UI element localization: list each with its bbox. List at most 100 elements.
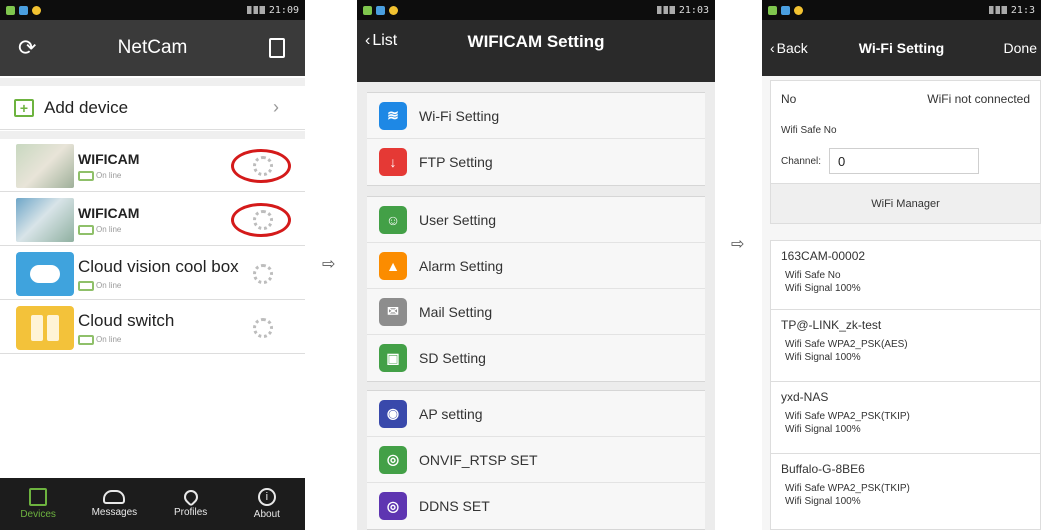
settings-label: Alarm Setting	[419, 257, 504, 274]
notification-icon	[781, 5, 790, 15]
device-row[interactable]: Cloud vision cool box On line	[0, 248, 305, 300]
chevron-right-icon: ›	[273, 97, 279, 117]
settings-row-user[interactable]: ☺ User Setting	[367, 197, 705, 243]
network-name: 163CAM-00002	[781, 249, 866, 263]
onvif-icon: ◎	[379, 445, 407, 474]
info-icon: i	[257, 488, 276, 506]
status-time: 21:03	[678, 4, 709, 16]
network-item[interactable]: TP@-LINK_zk-test Wifi Safe WPA2_PSK(AES)…	[771, 310, 1040, 382]
device-type-icon	[78, 334, 94, 345]
settings-row-ddns[interactable]: ◎ DDNS SET	[367, 483, 705, 529]
sd-card-icon: ▣	[379, 344, 407, 372]
wifi-icon: ≋	[379, 101, 407, 130]
network-security: Wifi Safe WPA2_PSK(AES)	[785, 339, 908, 350]
ddns-icon: ◎	[379, 492, 407, 520]
network-name: yxd-NAS	[781, 390, 829, 404]
settings-group: ≋ Wi-Fi Setting ↓ FTP Setting	[367, 92, 705, 186]
gear-icon[interactable]	[253, 318, 273, 338]
tab-devices[interactable]: Devices	[0, 478, 76, 530]
network-item[interactable]: Buffalo-G-8BE6 Wifi Safe WPA2_PSK(TKIP) …	[771, 454, 1040, 526]
network-item[interactable]: yxd-NAS Wifi Safe WPA2_PSK(TKIP) Wifi Si…	[771, 382, 1040, 454]
arrow-right-icon: ⇨	[731, 236, 745, 253]
settings-row-wifi[interactable]: ≋ Wi-Fi Setting	[367, 93, 705, 139]
connection-label: No	[781, 92, 797, 106]
settings-label: User Setting	[419, 211, 497, 228]
page-title: NetCam	[117, 37, 188, 58]
notification-icon	[794, 5, 803, 15]
settings-label: Mail Setting	[419, 303, 493, 320]
network-item[interactable]: 163CAM-00002 Wifi Safe No Wifi Signal 10…	[771, 241, 1040, 310]
network-security: Wifi Safe WPA2_PSK(TKIP)	[785, 411, 910, 422]
wifi-status-panel: No WiFi not connected Wifi Safe No Chann…	[770, 80, 1041, 224]
settings-row-ap[interactable]: ◉ AP setting	[367, 391, 705, 437]
done-button[interactable]: Done	[1004, 40, 1037, 56]
tab-about[interactable]: i About	[229, 478, 305, 530]
network-signal: Wifi Signal 100%	[785, 496, 861, 507]
channel-label: Channel:	[781, 155, 822, 167]
divider	[0, 78, 305, 86]
tab-bar: Devices Messages Profiles i About	[0, 478, 305, 530]
settings-label: SD Setting	[419, 350, 486, 366]
document-button[interactable]	[269, 38, 285, 58]
status-label: On line	[96, 225, 122, 234]
settings-group: ◉ AP setting ◎ ONVIF_RTSP SET ◎ DDNS SET	[367, 390, 705, 530]
settings-row-mail[interactable]: ✉ Mail Setting	[367, 289, 705, 335]
tab-label: Profiles	[173, 507, 208, 518]
status-bar: 21:09	[0, 0, 305, 20]
channel-input[interactable]: 0	[829, 148, 980, 174]
devices-screen: 21:09 ⟳ NetCam + Add device › WIFICAM On…	[0, 0, 305, 530]
notification-icon	[376, 5, 385, 15]
status-label: On line	[96, 171, 122, 180]
settings-row-ftp[interactable]: ↓ FTP Setting	[367, 139, 705, 185]
heart-icon	[180, 487, 201, 507]
add-device-label: Add device	[44, 97, 129, 117]
tab-label: About	[253, 509, 280, 520]
tab-label: Devices	[20, 509, 56, 520]
arrow-right-icon: ⇨	[322, 256, 336, 273]
network-list: 163CAM-00002 Wifi Safe No Wifi Signal 10…	[770, 240, 1041, 530]
tab-label: Messages	[91, 507, 138, 518]
document-icon	[269, 38, 285, 58]
signal-icon	[988, 6, 1007, 14]
notification-icon	[363, 5, 372, 15]
connection-value: WiFi not connected	[927, 92, 1030, 106]
gear-icon[interactable]	[253, 264, 273, 284]
switch-icon	[31, 314, 43, 341]
settings-screen: 21:03 ‹ List WIFICAM Setting ≋ Wi-Fi Set…	[357, 0, 715, 530]
tab-profiles[interactable]: Profiles	[153, 478, 229, 530]
mail-icon: ✉	[379, 297, 407, 326]
device-row[interactable]: WIFICAM On line	[0, 194, 305, 246]
device-row[interactable]: Cloud switch On line	[0, 302, 305, 354]
ftp-download-icon: ↓	[379, 148, 407, 176]
settings-row-onvif[interactable]: ◎ ONVIF_RTSP SET	[367, 437, 705, 483]
camera-icon	[78, 224, 94, 235]
alarm-icon: ▲	[379, 251, 407, 280]
network-security: Wifi Safe WPA2_PSK(TKIP)	[785, 483, 910, 494]
channel-row: Channel: 0	[771, 143, 1040, 179]
page-title: Wi-Fi Setting	[858, 40, 945, 56]
settings-label: ONVIF_RTSP SET	[419, 451, 538, 468]
network-signal: Wifi Signal 100%	[785, 352, 861, 363]
camera-icon	[78, 170, 94, 181]
add-device-row[interactable]: + Add device ›	[0, 86, 305, 130]
wifi-safe-row: Wifi Safe No	[771, 117, 1040, 143]
device-status: On line	[78, 224, 139, 235]
network-name: Buffalo-G-8BE6	[781, 462, 865, 476]
device-name: Cloud switch	[78, 310, 175, 330]
status-time: 21:09	[268, 4, 299, 16]
settings-row-alarm[interactable]: ▲ Alarm Setting	[367, 243, 705, 289]
house-icon	[29, 488, 48, 506]
settings-row-sd[interactable]: ▣ SD Setting	[367, 335, 705, 381]
nav-bar: ‹ List WIFICAM Setting	[357, 20, 715, 82]
nav-bar: ‹ Back Wi-Fi Setting Done	[762, 20, 1041, 76]
device-status: On line	[78, 334, 174, 345]
page-title: WIFICAM Setting	[467, 32, 605, 51]
device-row[interactable]: WIFICAM On line	[0, 140, 305, 192]
notification-icon	[32, 5, 41, 15]
network-security: Wifi Safe No	[785, 270, 841, 281]
status-time: 21:3	[1010, 4, 1035, 16]
tab-messages[interactable]: Messages	[76, 478, 152, 530]
device-status: On line	[78, 170, 139, 181]
notification-icon	[19, 5, 28, 15]
wifi-manager-button[interactable]: WiFi Manager	[771, 183, 1040, 223]
